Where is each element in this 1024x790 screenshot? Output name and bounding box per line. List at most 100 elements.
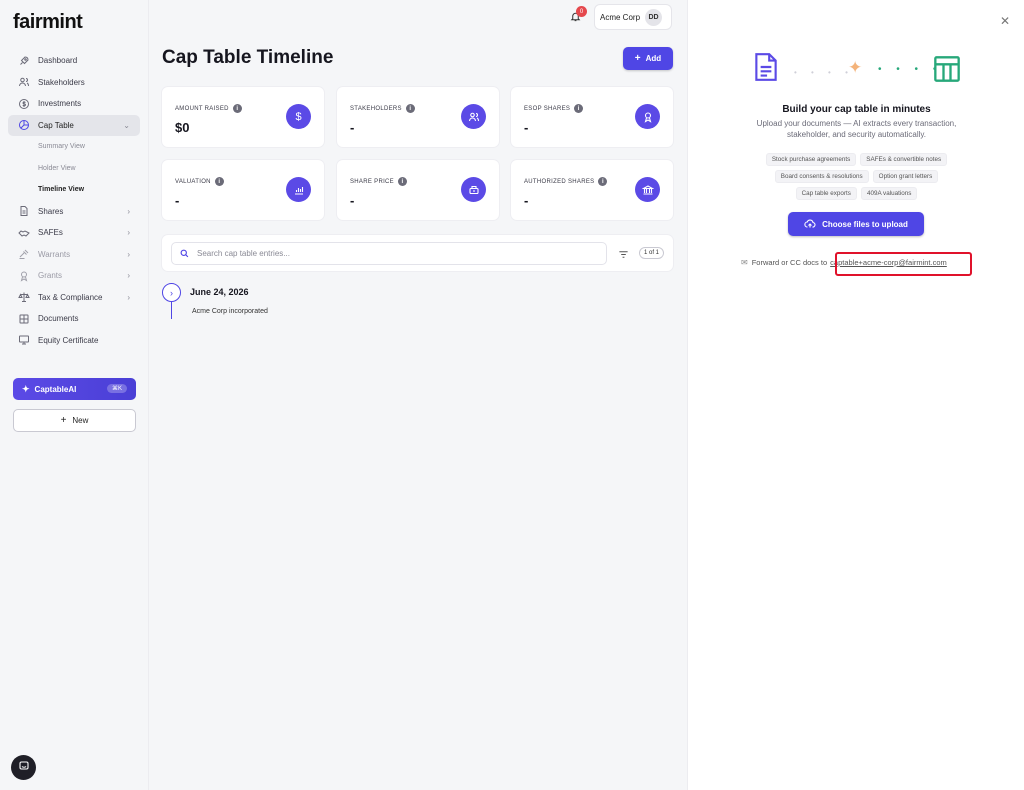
shortcut-badge: ⌘K	[106, 384, 127, 393]
sidebar-item-label: Cap Table	[38, 120, 74, 130]
fairmint-logo[interactable]: fairmint	[13, 11, 83, 34]
new-button-label: New	[72, 416, 89, 425]
stat-value: -	[524, 120, 529, 135]
stat-value: -	[350, 120, 355, 135]
table-icon	[933, 55, 961, 88]
chip: Board consents & resolutions	[774, 170, 869, 183]
dots-decoration: • • • •	[794, 68, 854, 77]
sidebar-subitem-label: Timeline View	[38, 186, 85, 194]
captable-ai-label: CaptableAI	[34, 384, 77, 394]
plus-icon: +	[634, 53, 641, 64]
info-icon[interactable]: i	[397, 177, 407, 186]
info-icon[interactable]: i	[598, 177, 608, 186]
search-icon	[180, 245, 189, 263]
info-icon[interactable]: i	[232, 104, 242, 113]
sidebar-subitem-summary-view[interactable]: Summary View	[8, 136, 140, 158]
bar-chart-icon	[286, 177, 311, 202]
sidebar-item-label: Stakeholders	[38, 77, 85, 87]
sidebar-item-label: SAFEs	[38, 228, 63, 238]
chevron-right-icon: ›	[170, 287, 173, 298]
document-type-chips: Stock purchase agreements SAFEs & conver…	[753, 153, 960, 200]
sidebar: fairmint Dashboard Stakeholders Investme…	[0, 0, 149, 790]
new-button[interactable]: + New	[13, 409, 136, 432]
stat-card-esop-shares: ESOP SHARES i -	[511, 87, 673, 147]
sidebar-subitem-holder-view[interactable]: Holder View	[8, 158, 140, 180]
sidebar-item-grants[interactable]: Grants ›	[8, 265, 140, 287]
grid-icon	[17, 312, 30, 325]
info-icon[interactable]: i	[405, 104, 415, 113]
bank-icon	[635, 177, 660, 202]
chip: Cap table exports	[795, 187, 857, 200]
forward-text: Forward or CC docs to	[751, 258, 828, 267]
avatar: DD	[645, 8, 663, 26]
sidebar-item-dashboard[interactable]: Dashboard	[8, 50, 140, 72]
stat-value: $0	[175, 120, 190, 135]
choose-files-button[interactable]: Choose files to upload	[788, 212, 924, 236]
chevron-right-icon: ›	[127, 206, 130, 216]
stat-card-authorized-shares: AUTHORIZED SHARES i -	[511, 160, 673, 220]
sidebar-item-tax-compliance[interactable]: Tax & Compliance ›	[8, 287, 140, 309]
stat-label: ESOP SHARES i	[524, 104, 584, 113]
close-icon[interactable]: ✕	[1000, 14, 1010, 28]
stat-label-text: ESOP SHARES	[524, 105, 571, 112]
sidebar-item-stakeholders[interactable]: Stakeholders	[8, 72, 140, 94]
stat-label-text: SHARE PRICE	[350, 178, 394, 185]
stat-label-text: VALUATION	[175, 178, 211, 185]
chat-widget-button[interactable]	[11, 755, 36, 780]
notification-badge: 0	[576, 6, 587, 17]
sparkle-icon: ✦	[22, 383, 30, 394]
dollar-circle-icon	[17, 97, 30, 110]
timeline-expand-button[interactable]: ›	[162, 283, 181, 302]
sidebar-item-label: Tax & Compliance	[38, 292, 103, 302]
stat-label: STAKEHOLDERS i	[350, 104, 415, 113]
sidebar-item-investments[interactable]: Investments	[8, 93, 140, 115]
sidebar-item-shares[interactable]: Shares ›	[8, 201, 140, 223]
rocket-icon	[17, 54, 30, 67]
stat-label: VALUATION i	[175, 177, 224, 186]
search-input[interactable]	[197, 249, 577, 258]
sidebar-subitem-label: Holder View	[38, 164, 76, 172]
sidebar-item-label: Documents	[38, 314, 79, 324]
info-icon[interactable]: i	[574, 104, 584, 113]
stat-label: AUTHORIZED SHARES i	[524, 177, 608, 186]
users-icon	[17, 76, 30, 89]
gavel-icon	[17, 248, 30, 261]
sidebar-item-equity-certificate[interactable]: Equity Certificate	[8, 330, 140, 352]
sidebar-item-documents[interactable]: Documents	[8, 308, 140, 330]
info-icon[interactable]: i	[214, 177, 224, 186]
chip: Stock purchase agreements	[765, 153, 857, 166]
search-field[interactable]	[171, 242, 607, 265]
chevron-right-icon: ›	[127, 292, 130, 302]
upload-panel: ✕ • • • • ✦ • • • • Build your cap table…	[687, 0, 1024, 790]
sidebar-item-label: Dashboard	[38, 56, 78, 66]
stat-value: -	[524, 193, 529, 208]
badge-icon	[17, 269, 30, 282]
stat-label-text: STAKEHOLDERS	[350, 105, 402, 112]
sidebar-item-safes[interactable]: SAFEs ›	[8, 222, 140, 244]
stat-card-valuation: VALUATION i -	[162, 160, 324, 220]
panel-title: Build your cap table in minutes	[782, 104, 931, 115]
sidebar-subitem-timeline-view[interactable]: Timeline View	[8, 179, 140, 201]
notifications-button[interactable]: 0	[566, 6, 587, 27]
filter-icon[interactable]	[618, 247, 629, 265]
sidebar-item-label: Shares	[38, 206, 64, 216]
org-switcher[interactable]: Acme Corp DD	[594, 4, 672, 30]
stat-value: -	[350, 193, 355, 208]
add-button[interactable]: + Add	[623, 47, 673, 70]
sidebar-item-label: Equity Certificate	[38, 335, 99, 345]
timeline-search-bar: 1 of 1	[162, 235, 673, 271]
main-content: 0 Acme Corp DD Cap Table Timeline + Add …	[150, 0, 686, 790]
document-icon	[17, 205, 30, 218]
captable-ai-button[interactable]: ✦ CaptableAI ⌘K	[13, 378, 136, 400]
sidebar-item-warrants[interactable]: Warrants ›	[8, 244, 140, 266]
timeline-date: June 24, 2026	[190, 287, 249, 297]
people-icon	[461, 104, 486, 129]
logo-text: fairmint	[13, 11, 83, 33]
plus-icon: +	[60, 415, 67, 426]
chevron-down-icon: ⌄	[123, 120, 130, 130]
stat-card-stakeholders: STAKEHOLDERS i -	[337, 87, 499, 147]
timeline-event[interactable]: Acme Corp incorporated	[192, 308, 268, 315]
stat-label-text: AMOUNT RAISED	[175, 105, 229, 112]
sidebar-item-cap-table[interactable]: Cap Table ⌄	[8, 114, 140, 136]
org-name: Acme Corp	[600, 12, 641, 22]
